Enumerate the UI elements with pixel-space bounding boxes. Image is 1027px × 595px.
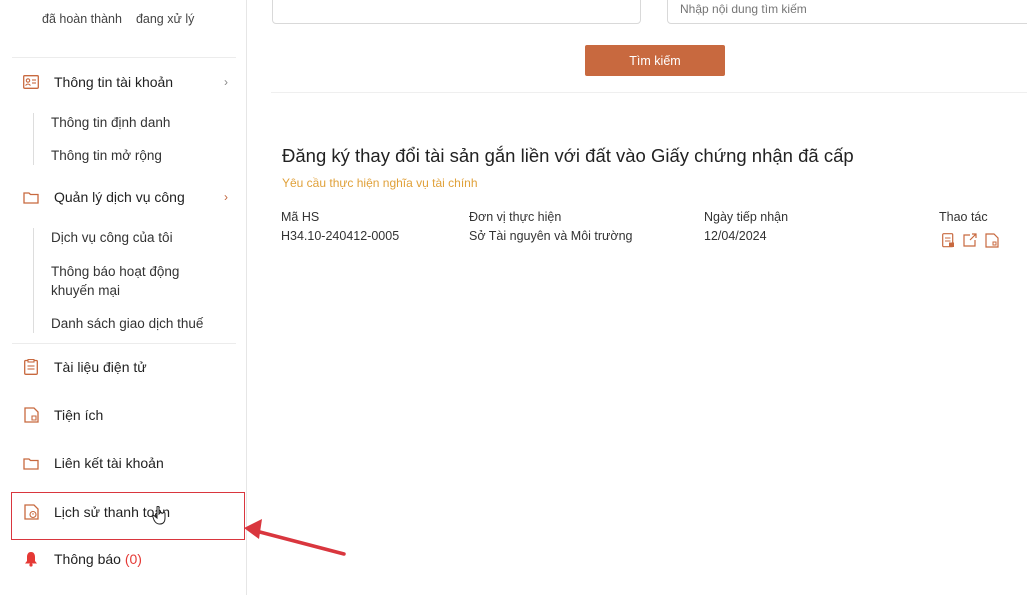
chevron-right-icon: › (224, 190, 228, 204)
notification-count: (0) (124, 551, 142, 567)
folder-link-icon (23, 455, 39, 471)
view-document-icon[interactable] (940, 232, 956, 248)
folder-icon (23, 189, 39, 205)
tab-processing[interactable]: đang xử lý (136, 12, 194, 26)
account-submenu: Thông tin định danh Thông tin mở rộng (33, 113, 239, 165)
column-code: Mã HS H34.10-240412-0005 (281, 210, 399, 243)
sidebar-item-label: Tài liệu điện tử (54, 359, 147, 375)
search-input-1[interactable] (273, 0, 640, 23)
sidebar-item-label: Tiện ích (54, 407, 104, 423)
search-field-2[interactable] (667, 0, 1027, 24)
share-icon[interactable] (962, 232, 978, 248)
sidebar: đã hoàn thành đang xử lý Thông tin tài k… (0, 0, 247, 595)
sidebar-item-label: Liên kết tài khoản (54, 455, 164, 471)
submenu-item-tax-transactions[interactable]: Danh sách giao dịch thuế (34, 314, 239, 333)
status-tabs: đã hoàn thành đang xử lý (42, 12, 194, 26)
tab-completed[interactable]: đã hoàn thành (42, 12, 122, 26)
record-date: 12/04/2024 (704, 229, 767, 243)
record-unit: Sở Tài nguyên và Môi trường (469, 229, 633, 243)
divider (271, 92, 1027, 93)
sidebar-item-notifications[interactable]: Thông báo (0) (0, 541, 246, 577)
record-actions (940, 232, 1000, 248)
bell-icon (23, 551, 39, 567)
submenu-item-my-services[interactable]: Dịch vụ công của tôi (34, 228, 239, 247)
file-icon[interactable] (984, 232, 1000, 248)
sidebar-item-utilities[interactable]: Tiện ích (0, 397, 246, 433)
sidebar-item-label: Quản lý dịch vụ công (54, 189, 185, 205)
annotation-arrow-icon (240, 516, 350, 566)
submenu-item-promotions[interactable]: Thông báo hoạt động khuyến mại (34, 262, 204, 300)
sidebar-item-label: Thông tin tài khoản (54, 74, 174, 90)
payment-history-icon (23, 504, 39, 520)
search-field-1[interactable] (272, 0, 641, 24)
record-title[interactable]: Đăng ký thay đổi tài sản gắn liền với đấ… (282, 145, 854, 167)
column-header-date: Ngày tiếp nhận (704, 210, 789, 224)
main-content: Tìm kiếm Đăng ký thay đổi tài sản gắn li… (247, 0, 1027, 595)
search-input-2[interactable] (668, 0, 1027, 23)
column-header-code: Mã HS (281, 210, 320, 224)
divider (12, 57, 236, 58)
column-unit: Đơn vị thực hiện Sở Tài nguyên và Môi tr… (469, 210, 633, 243)
divider (12, 343, 236, 344)
search-button[interactable]: Tìm kiếm (585, 45, 725, 76)
hand-cursor-icon (152, 505, 168, 531)
document-icon (23, 359, 39, 375)
column-actions: Thao tác (939, 210, 988, 229)
sidebar-item-label: Thông báo (0) (54, 551, 142, 567)
sidebar-item-linked-accounts[interactable]: Liên kết tài khoản (0, 445, 246, 481)
sidebar-item-payment-history[interactable]: Lịch sử thanh toán (0, 494, 246, 530)
column-date: Ngày tiếp nhận 12/04/2024 (704, 210, 788, 243)
utility-icon (23, 407, 39, 423)
chevron-right-icon: › (224, 75, 228, 89)
sidebar-item-services[interactable]: Quản lý dịch vụ công › (0, 179, 246, 215)
services-submenu: Dịch vụ công của tôi Thông báo hoạt động… (33, 228, 239, 333)
record-status: Yêu cầu thực hiện nghĩa vụ tài chính (282, 176, 478, 190)
submenu-item-identity[interactable]: Thông tin định danh (34, 113, 239, 132)
id-card-icon (23, 74, 39, 90)
column-header-actions: Thao tác (939, 210, 988, 224)
sidebar-item-account[interactable]: Thông tin tài khoản › (0, 64, 246, 100)
sidebar-item-e-documents[interactable]: Tài liệu điện tử (0, 349, 246, 385)
column-header-unit: Đơn vị thực hiện (469, 210, 562, 224)
record-code: H34.10-240412-0005 (281, 229, 400, 243)
submenu-item-extended[interactable]: Thông tin mở rộng (34, 146, 239, 165)
